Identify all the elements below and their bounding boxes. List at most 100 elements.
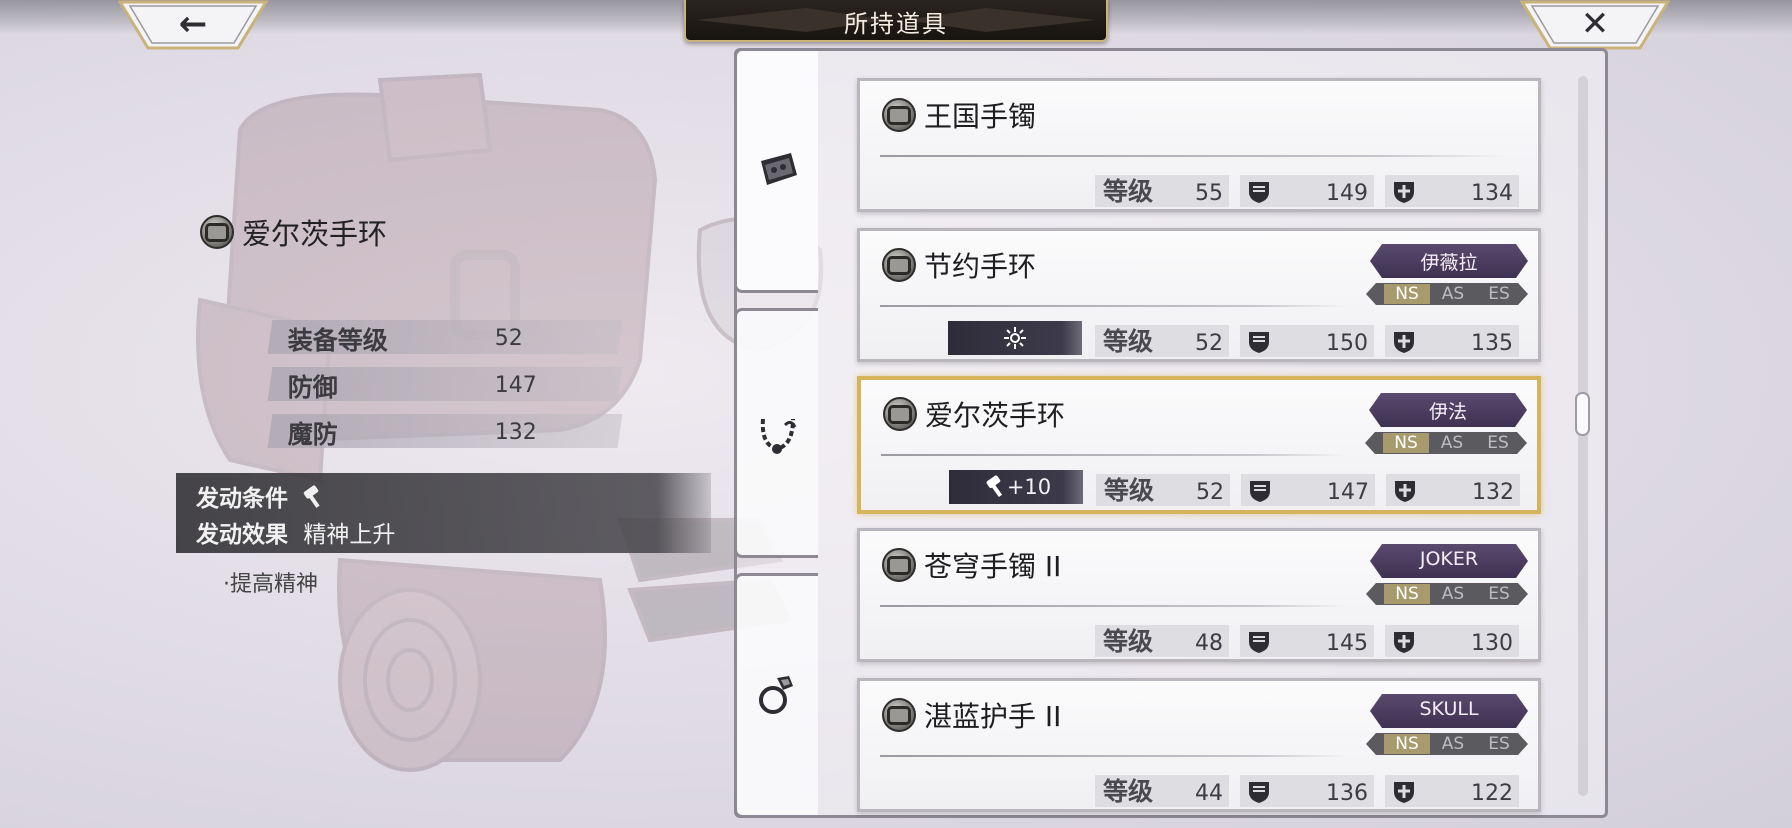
level-stat: 等级 52 (1095, 325, 1229, 357)
detail-stat-level: 装备等级 52 (267, 320, 623, 355)
sparkle-icon (1004, 327, 1026, 349)
detail-item-name: 爱尔茨手环 (242, 217, 388, 251)
item-card[interactable]: 节约手环 伊薇拉 NS AS ES 等级 52 150 135 (857, 228, 1541, 362)
bracelet-icon (882, 548, 916, 582)
defense-stat: 145 (1240, 625, 1374, 657)
level-value: 52 (1195, 331, 1223, 356)
stat-value: 132 (494, 420, 537, 445)
skill-bonus: +10 (1006, 475, 1052, 499)
item-name: 节约手环 (924, 250, 1037, 283)
defense-shield-icon (1249, 332, 1269, 353)
level-value: 55 (1195, 181, 1223, 206)
magic-defense-value: 132 (1472, 480, 1514, 505)
defense-stat: 149 (1240, 175, 1374, 207)
trigger-label: 发动条件 (196, 486, 288, 512)
magic-defense-stat: 134 (1385, 175, 1519, 207)
owner-name: 伊薇拉 (1420, 252, 1478, 274)
magic-defense-value: 135 (1471, 331, 1513, 356)
mode-as: AS (1441, 584, 1465, 604)
owner-badge: 伊法 (1369, 393, 1527, 431)
level-stat: 等级 55 (1095, 175, 1229, 207)
mode-indicator: NS AS ES (1365, 432, 1527, 454)
item-card[interactable]: 苍穹手镯 II JOKER NS AS ES 等级 48 145 130 (857, 528, 1541, 662)
bracelet-icon (200, 215, 234, 249)
skill-slot: +10 (949, 470, 1083, 504)
trigger-effect: 发动效果 精神上升 (196, 515, 395, 549)
owner-name: 伊法 (1428, 401, 1467, 423)
divider (881, 454, 1347, 456)
magic-defense-stat: 132 (1386, 474, 1520, 506)
list-scrollbar[interactable] (1578, 76, 1588, 796)
hammer-icon (304, 485, 320, 508)
stat-value: 147 (494, 373, 537, 398)
item-card[interactable]: 湛蓝护手 II SKULL NS AS ES 等级 44 136 122 (857, 678, 1541, 812)
defense-value: 145 (1326, 631, 1368, 656)
mode-as: AS (1441, 734, 1465, 754)
level-value: 44 (1195, 781, 1223, 806)
defense-shield-icon (1249, 182, 1269, 203)
defense-shield-icon (1250, 481, 1270, 502)
level-value: 52 (1196, 480, 1224, 505)
magic-defense-stat: 135 (1385, 325, 1519, 357)
mode-indicator: NS AS ES (1366, 283, 1528, 305)
bracelet-icon (882, 98, 916, 132)
magic-defense-shield-icon (1395, 481, 1415, 502)
detail-stat-magic-defense: 魔防 132 (267, 414, 623, 449)
back-button[interactable]: ← (118, 0, 268, 52)
mode-as: AS (1440, 433, 1464, 453)
mode-es: ES (1487, 433, 1509, 453)
owner-badge: JOKER (1370, 544, 1528, 582)
list-scroll-thumb[interactable] (1575, 392, 1590, 436)
magic-defense-shield-icon (1394, 332, 1414, 353)
mode-ns: NS (1383, 433, 1429, 453)
stat-label: 装备等级 (287, 326, 388, 355)
item-name: 爱尔茨手环 (925, 399, 1066, 432)
level-label: 等级 (1103, 777, 1154, 806)
mode-es: ES (1488, 284, 1510, 304)
mode-es: ES (1488, 584, 1510, 604)
ring-category-icon (759, 676, 793, 714)
item-name: 苍穹手镯 II (924, 550, 1062, 583)
stat-value: 52 (494, 326, 523, 351)
divider (880, 755, 1348, 757)
owner-name: JOKER (1419, 548, 1479, 570)
stat-label: 魔防 (287, 420, 338, 449)
tab-necklace[interactable] (734, 308, 818, 558)
magic-defense-value: 130 (1471, 631, 1513, 656)
mode-indicator: NS AS ES (1366, 583, 1528, 605)
bracelet-category-icon (761, 153, 797, 185)
defense-value: 136 (1326, 781, 1368, 806)
defense-shield-icon (1249, 782, 1269, 803)
detail-header: 爱尔茨手环 (200, 212, 387, 252)
tab-bracelet[interactable] (734, 48, 818, 293)
magic-defense-value: 134 (1471, 181, 1513, 206)
page-title: 所持道具 (844, 10, 948, 38)
close-button[interactable]: ✕ (1520, 0, 1670, 52)
divider (880, 605, 1348, 607)
item-card[interactable]: 王国手镯 等级 55 149 134 (857, 78, 1541, 212)
mode-as: AS (1441, 284, 1465, 304)
divider (880, 305, 1348, 307)
magic-defense-stat: 130 (1385, 625, 1519, 657)
level-value: 48 (1195, 631, 1223, 656)
skill-slot (948, 321, 1082, 355)
defense-value: 149 (1326, 181, 1368, 206)
page-title-plate: 所持道具 (684, 0, 1108, 42)
defense-stat: 147 (1241, 474, 1375, 506)
level-stat: 等级 52 (1096, 474, 1230, 506)
bracelet-icon (883, 397, 917, 431)
owner-badge: 伊薇拉 (1370, 244, 1528, 282)
mode-indicator: NS AS ES (1366, 733, 1528, 755)
item-card-selected[interactable]: 爱尔茨手环 伊法 NS AS ES +10 等级 52 147 132 (857, 376, 1541, 514)
tab-ring[interactable] (734, 573, 818, 818)
mode-ns: NS (1384, 584, 1430, 604)
level-label: 等级 (1103, 177, 1154, 206)
defense-stat: 150 (1240, 325, 1374, 357)
trigger-condition: 发动条件 (196, 479, 327, 513)
necklace-category-icon (760, 418, 797, 454)
level-label: 等级 (1103, 327, 1154, 356)
level-label: 等级 (1104, 476, 1155, 505)
effect-label: 发动效果 (196, 522, 288, 548)
back-arrow-icon: ← (178, 4, 208, 44)
effect-description: ·提高精神 (223, 572, 318, 597)
